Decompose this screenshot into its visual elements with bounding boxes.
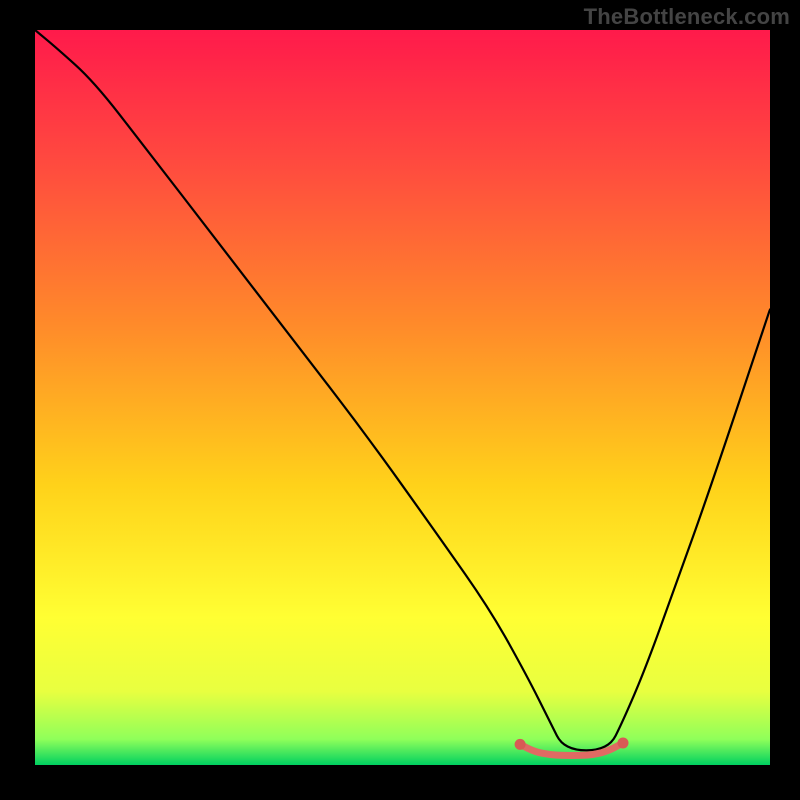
- plot-background: [35, 30, 770, 765]
- watermark-text: TheBottleneck.com: [584, 4, 790, 30]
- bottleneck-chart: [0, 0, 800, 800]
- optimal-range-end-dot: [618, 737, 629, 748]
- optimal-range-start-dot: [515, 739, 526, 750]
- chart-frame: TheBottleneck.com: [0, 0, 800, 800]
